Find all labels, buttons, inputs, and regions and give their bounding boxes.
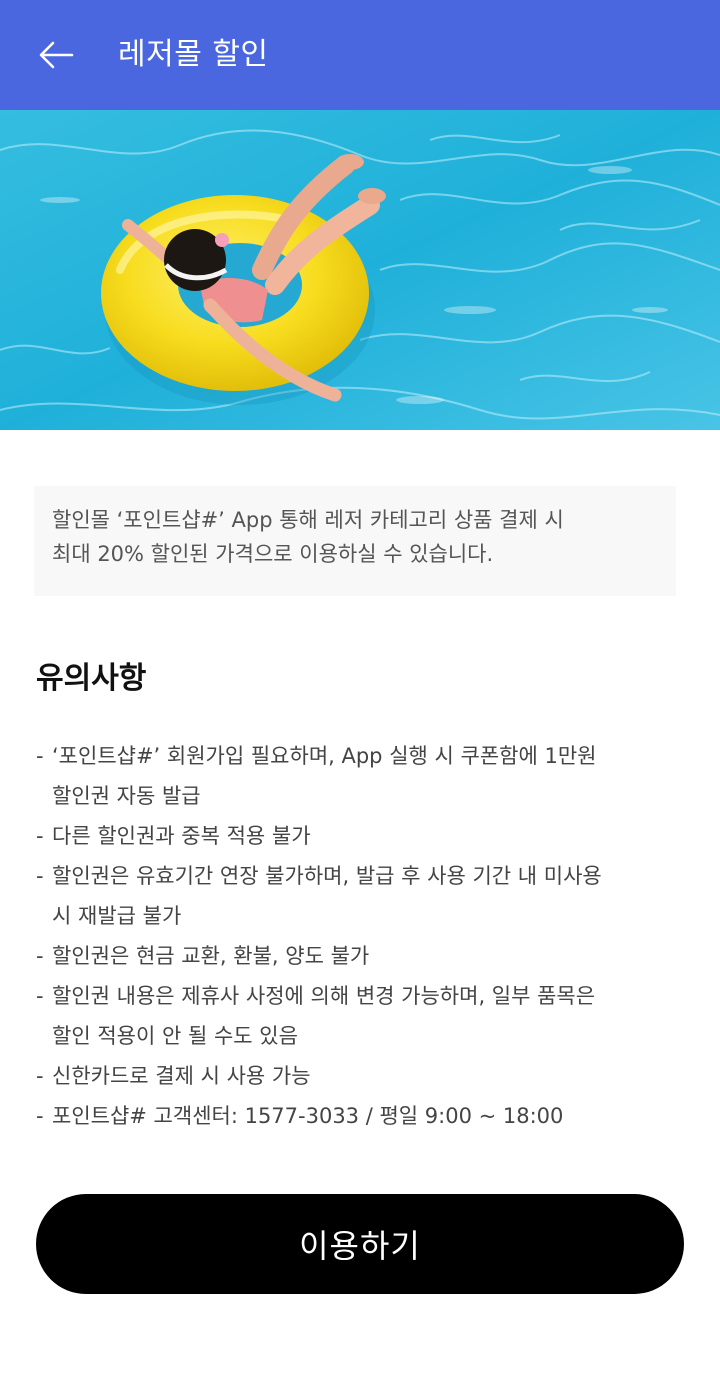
list-item-text: 다른 할인권과 중복 적용 불가 [52, 824, 311, 848]
notice-text: 할인몰 ‘포인트샵#’ App 통해 레저 카테고리 상품 결제 시 최대 20… [52, 508, 564, 566]
list-item: - 할인권은 유효기간 연장 불가하며, 발급 후 사용 기간 내 미사용 시 … [36, 856, 686, 936]
list-item: - 신한카드로 결제 시 사용 가능 [36, 1056, 686, 1096]
bullet-dash: - [36, 1064, 44, 1088]
list-item: - 할인권 내용은 제휴사 사정에 의해 변경 가능하며, 일부 품목은 할인 … [36, 976, 686, 1056]
hero-image [0, 110, 720, 430]
notice-box: 할인몰 ‘포인트샵#’ App 통해 레저 카테고리 상품 결제 시 최대 20… [34, 486, 676, 596]
page-title: 레저몰 할인 [118, 37, 269, 72]
list-item: - 할인권은 현금 교환, 환불, 양도 불가 [36, 936, 686, 976]
back-button[interactable] [30, 30, 82, 80]
list-item-text: ‘포인트샵#’ 회원가입 필요하며, App 실행 시 쿠폰함에 1만원 할인권… [52, 744, 597, 808]
use-button[interactable]: 이용하기 [36, 1194, 684, 1294]
list-item: - ‘포인트샵#’ 회원가입 필요하며, App 실행 시 쿠폰함에 1만원 할… [36, 736, 686, 816]
cautions-title: 유의사항 [36, 661, 147, 696]
app-header: 레저몰 할인 [0, 0, 720, 110]
cautions-list: - ‘포인트샵#’ 회원가입 필요하며, App 실행 시 쿠폰함에 1만원 할… [36, 736, 686, 1136]
list-item-text: 포인트샵# 고객센터: 1577-3033 / 평일 9:00 ~ 18:00 [52, 1104, 564, 1128]
list-item: - 포인트샵# 고객센터: 1577-3033 / 평일 9:00 ~ 18:0… [36, 1096, 686, 1136]
bullet-dash: - [36, 744, 44, 768]
list-item-text: 할인권은 유효기간 연장 불가하며, 발급 후 사용 기간 내 미사용 시 재발… [52, 864, 602, 928]
child-in-swim-ring-image [0, 110, 720, 430]
use-button-label: 이용하기 [299, 1228, 421, 1264]
arrow-left-icon [39, 41, 74, 69]
bullet-dash: - [36, 944, 44, 968]
bullet-dash: - [36, 1104, 44, 1128]
list-item-text: 할인권 내용은 제휴사 사정에 의해 변경 가능하며, 일부 품목은 할인 적용… [52, 984, 596, 1048]
bullet-dash: - [36, 864, 44, 888]
bullet-dash: - [36, 984, 44, 1008]
bullet-dash: - [36, 824, 44, 848]
list-item: - 다른 할인권과 중복 적용 불가 [36, 816, 686, 856]
list-item-text: 신한카드로 결제 시 사용 가능 [52, 1064, 311, 1088]
list-item-text: 할인권은 현금 교환, 환불, 양도 불가 [52, 944, 370, 968]
